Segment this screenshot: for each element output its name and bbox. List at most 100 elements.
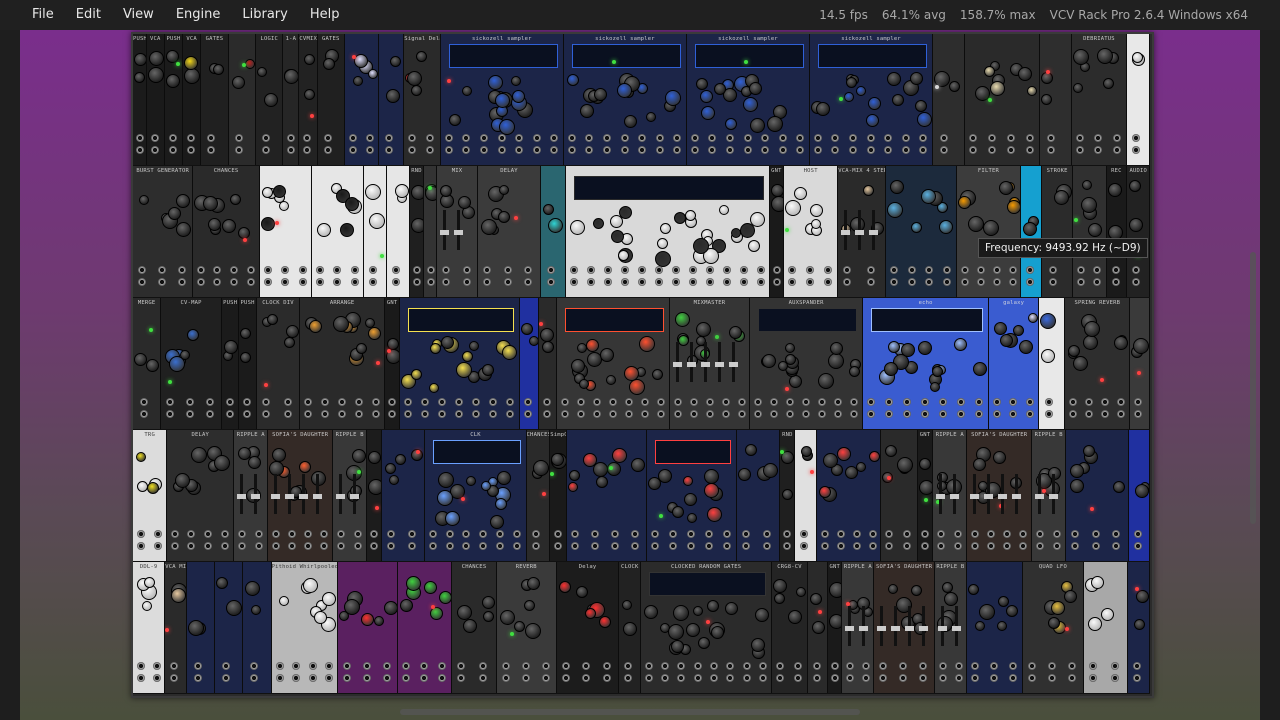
- jack[interactable]: [560, 398, 569, 406]
- jack[interactable]: [1131, 134, 1140, 142]
- jack[interactable]: [171, 530, 180, 538]
- fader[interactable]: [905, 606, 915, 646]
- jack[interactable]: [770, 410, 779, 418]
- module-panel[interactable]: [808, 562, 829, 693]
- jack[interactable]: [427, 278, 436, 286]
- jack[interactable]: [1008, 266, 1017, 274]
- jack[interactable]: [783, 542, 792, 550]
- knob[interactable]: [395, 454, 407, 465]
- module-panel[interactable]: CLK: [425, 430, 527, 561]
- jack[interactable]: [569, 266, 578, 274]
- knob[interactable]: [532, 460, 549, 476]
- jack[interactable]: [421, 398, 430, 406]
- jack[interactable]: [1132, 662, 1141, 670]
- jack[interactable]: [834, 410, 843, 418]
- jack[interactable]: [737, 398, 746, 406]
- jack[interactable]: [243, 398, 252, 406]
- jack[interactable]: [489, 398, 498, 406]
- jack[interactable]: [759, 674, 768, 682]
- jack[interactable]: [531, 542, 540, 550]
- jack[interactable]: [362, 662, 371, 670]
- knob[interactable]: [773, 593, 785, 604]
- jack[interactable]: [884, 146, 893, 154]
- jack[interactable]: [342, 674, 351, 682]
- knob[interactable]: [856, 86, 867, 96]
- module-panel[interactable]: [886, 166, 957, 297]
- knob[interactable]: [542, 204, 554, 215]
- jack[interactable]: [304, 398, 313, 406]
- module-panel[interactable]: [1040, 34, 1073, 165]
- jack[interactable]: [938, 662, 947, 670]
- knob[interactable]: [686, 623, 701, 637]
- jack[interactable]: [1111, 266, 1120, 274]
- jack[interactable]: [867, 278, 876, 286]
- jack[interactable]: [1007, 134, 1016, 142]
- jack[interactable]: [976, 266, 985, 274]
- module-panel[interactable]: DELAY: [167, 430, 235, 561]
- jack[interactable]: [514, 134, 523, 142]
- knob[interactable]: [973, 362, 988, 376]
- knob[interactable]: [351, 449, 366, 463]
- jack[interactable]: [546, 278, 555, 286]
- jack[interactable]: [532, 146, 541, 154]
- knob[interactable]: [463, 619, 478, 633]
- jack[interactable]: [592, 398, 601, 406]
- knob[interactable]: [354, 54, 368, 68]
- jack[interactable]: [166, 398, 175, 406]
- jack[interactable]: [1009, 398, 1018, 406]
- knob[interactable]: [939, 220, 954, 234]
- module-panel[interactable]: [647, 430, 738, 561]
- knob[interactable]: [829, 582, 842, 598]
- knob[interactable]: [134, 72, 145, 83]
- knob[interactable]: [238, 447, 252, 460]
- jack[interactable]: [1035, 542, 1044, 550]
- vertical-scrollbar[interactable]: [1250, 252, 1256, 524]
- knob[interactable]: [919, 458, 931, 470]
- knob[interactable]: [818, 373, 835, 389]
- knob[interactable]: [846, 77, 858, 88]
- jack[interactable]: [479, 662, 488, 670]
- jack[interactable]: [624, 410, 633, 418]
- jack[interactable]: [902, 134, 911, 142]
- jack[interactable]: [1028, 662, 1037, 670]
- jack[interactable]: [778, 134, 787, 142]
- knob[interactable]: [782, 489, 794, 500]
- knob[interactable]: [707, 600, 720, 612]
- jack[interactable]: [1113, 146, 1122, 154]
- jack[interactable]: [1077, 266, 1086, 274]
- jack[interactable]: [705, 530, 714, 538]
- jack[interactable]: [671, 278, 680, 286]
- module-panel[interactable]: SPRING REVERB: [1065, 298, 1131, 429]
- jack[interactable]: [186, 398, 195, 406]
- jack[interactable]: [673, 398, 682, 406]
- jack[interactable]: [288, 530, 297, 538]
- knob[interactable]: [416, 51, 428, 62]
- jack[interactable]: [608, 398, 617, 406]
- knob[interactable]: [609, 215, 623, 228]
- module-panel[interactable]: GATES: [201, 34, 229, 165]
- module-panel[interactable]: PUSH: [221, 298, 240, 429]
- jack[interactable]: [412, 278, 421, 286]
- knob[interactable]: [849, 366, 861, 377]
- jack[interactable]: [725, 134, 734, 142]
- jack[interactable]: [255, 530, 264, 538]
- knob[interactable]: [502, 345, 518, 360]
- knob[interactable]: [687, 513, 698, 523]
- jack[interactable]: [725, 146, 734, 154]
- module-panel[interactable]: RIPPLE A: [234, 430, 269, 561]
- knob[interactable]: [616, 83, 632, 98]
- jack[interactable]: [234, 134, 243, 142]
- knob[interactable]: [990, 81, 1006, 96]
- knob[interactable]: [511, 90, 525, 103]
- knob[interactable]: [407, 71, 423, 86]
- knob[interactable]: [226, 600, 243, 616]
- jack[interactable]: [885, 398, 894, 406]
- jack[interactable]: [170, 662, 179, 670]
- knob[interactable]: [213, 64, 225, 75]
- jack[interactable]: [250, 662, 259, 670]
- jack[interactable]: [754, 410, 763, 418]
- knob[interactable]: [353, 76, 363, 86]
- knob[interactable]: [147, 67, 164, 83]
- jack[interactable]: [940, 146, 949, 154]
- knob[interactable]: [742, 97, 758, 112]
